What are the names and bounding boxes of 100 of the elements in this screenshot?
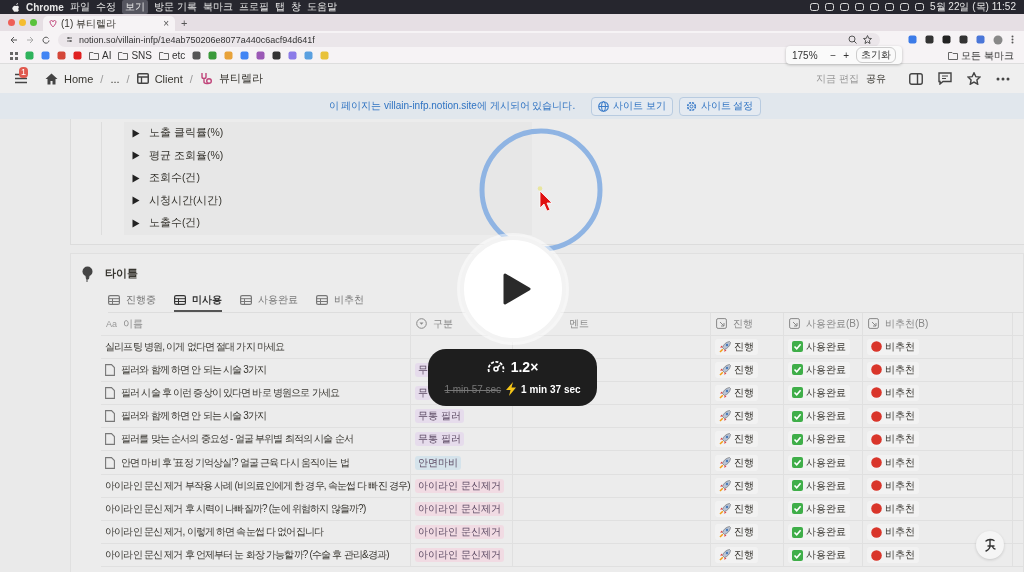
relation-chip[interactable]: 비추천 [867, 524, 919, 541]
relation-chip[interactable]: 비추천 [867, 547, 919, 564]
relation-chip[interactable]: 비추천 [867, 454, 919, 471]
menu-item[interactable]: 방문 기록 [153, 0, 197, 14]
zoom-icon[interactable] [848, 35, 857, 44]
star-icon[interactable] [967, 72, 981, 85]
relation-chip[interactable]: 진행 [715, 477, 758, 494]
more-icon[interactable] [1011, 35, 1014, 44]
relation-chip[interactable]: 진행 [715, 408, 758, 425]
menu-item[interactable]: 보기 [121, 0, 148, 14]
title-cell[interactable]: 실리프팅 병원, 이게 없다면 절대 가지 마세요 [101, 335, 411, 358]
triangle-icon[interactable] [132, 151, 140, 161]
relation-chip[interactable]: 사용완료 [788, 361, 850, 378]
relation-chip[interactable]: 진행 [715, 338, 758, 355]
relation-chip[interactable]: 비추천 [867, 338, 919, 355]
relation-chip[interactable]: 사용완료 [788, 431, 850, 448]
relation-chip[interactable]: 사용완료 [788, 338, 850, 355]
menu-item[interactable]: 파일 [69, 0, 90, 14]
more-icon[interactable] [996, 76, 1010, 81]
relation-chip[interactable]: 비추천 [867, 408, 919, 425]
relation-chip[interactable]: 사용완료 [788, 477, 850, 494]
profile-avatar[interactable] [993, 34, 1003, 45]
triangle-icon[interactable] [132, 173, 140, 183]
relation-chip[interactable]: 비추천 [867, 500, 919, 517]
triangle-icon[interactable] [132, 196, 140, 206]
toggle-item[interactable]: 노출수(건) [124, 212, 532, 235]
new-tab-button[interactable]: + [181, 16, 188, 31]
breadcrumb-link[interactable]: Client [136, 72, 183, 85]
title-cell[interactable]: 필러 시술 후 이런 증상이 있다면 바로 병원으로 가세요 [101, 381, 411, 405]
title-cell[interactable]: 필러와 함께 하면 안 되는 시술 3가지 [101, 405, 411, 428]
checkbox-icon [792, 433, 803, 445]
share-button[interactable]: 공유 [866, 71, 886, 86]
reset-button[interactable]: 초기화 [856, 47, 896, 63]
gear-icon [685, 100, 697, 112]
relation-chip[interactable]: 사용완료 [788, 408, 850, 425]
apps-icon[interactable] [10, 51, 18, 60]
menu-item[interactable]: 프로필 [238, 0, 269, 14]
site-settings-button[interactable]: 사이트 설정 [678, 96, 761, 116]
toggle-item[interactable]: 시청시간(시간) [124, 189, 532, 212]
zoom-in-button[interactable]: + [843, 49, 849, 61]
breadcrumb-link[interactable]: Home [45, 72, 94, 85]
relation-chip[interactable]: 진행 [715, 454, 758, 471]
relation-chip[interactable]: 진행 [715, 361, 758, 378]
reload-icon[interactable] [42, 35, 50, 44]
rocket-icon [719, 456, 731, 469]
view-tab[interactable]: 미사용 [174, 289, 222, 312]
title-cell[interactable]: 아이라인 문신 제거 부작용 사례 (비의료인에게 한 경우, 속눈썹 다 빠진 경우) [101, 474, 411, 497]
relation-chip[interactable]: 진행 [715, 524, 758, 541]
address-bar[interactable]: notion.so/villain-infp/1e4ab750206e8077a440c6acf94d641f [58, 32, 880, 47]
menu-item[interactable]: 도움말 [306, 0, 337, 14]
breadcrumb-link[interactable]: 뷰티렐라 [199, 71, 263, 86]
tab-title: (1) 뷰티렐라 [61, 16, 117, 31]
relation-chip[interactable]: 사용완료 [788, 454, 850, 471]
title-cell[interactable]: 아이라인 문신 제거 후 시력이 나빠질까? (눈에 위험하지 않을까?) [101, 497, 411, 520]
zoom-out-button[interactable]: − [830, 49, 837, 61]
relation-chip[interactable]: 비추천 [867, 431, 919, 448]
menu-item[interactable]: 수정 [95, 0, 116, 14]
relation-chip[interactable]: 진행 [715, 384, 758, 401]
back-icon[interactable] [10, 35, 18, 44]
bookmark-folder[interactable]: etc [159, 50, 186, 61]
triangle-icon[interactable] [132, 218, 140, 228]
toggle-item[interactable]: 평균 조회율(%) [124, 144, 532, 167]
view-tab[interactable]: 진행중 [108, 289, 156, 312]
breadcrumb-link[interactable]: ... [110, 72, 120, 85]
close-icon[interactable]: × [163, 18, 169, 29]
relation-chip[interactable]: 사용완료 [788, 500, 850, 517]
toggle-item[interactable]: 노출 클릭률(%) [124, 122, 532, 145]
relation-chip[interactable]: 비추천 [867, 477, 919, 494]
title-cell[interactable]: 아이라인 문신 제거 후 언제부터 눈 화장 가능할까? (수술 후 관리&경과) [101, 544, 411, 567]
relation-chip[interactable]: 진행 [715, 500, 758, 517]
bookmark-folder[interactable]: SNS [118, 50, 152, 61]
title-cell[interactable]: 안면 마비 후 ‘표정 기억상실’? 얼굴 근육 다시 움직이는 법 [101, 451, 411, 474]
relation-chip[interactable]: 진행 [715, 547, 758, 564]
title-cell[interactable]: 필러와 함께 하면 안 되는 시술 3가지 [101, 358, 411, 381]
menu-item[interactable]: 탭 [274, 0, 285, 14]
rocket-icon [719, 502, 731, 515]
comment-icon[interactable] [938, 72, 952, 85]
sidebar-panel-icon[interactable] [909, 72, 923, 85]
view-tab[interactable]: 사용완료 [240, 289, 298, 312]
browser-tab[interactable]: (1) 뷰티렐라 × [43, 16, 175, 31]
apple-icon[interactable] [12, 2, 20, 12]
title-cell[interactable]: 필러를 맞는 순서의 중요성 - 얼굴 부위별 최적의 시술 순서 [101, 428, 411, 451]
menu-item[interactable]: 북마크 [202, 0, 233, 14]
relation-chip[interactable]: 비추천 [867, 361, 919, 378]
view-site-button[interactable]: 사이트 보기 [591, 96, 673, 116]
menu-item[interactable]: 창 [290, 0, 301, 14]
relation-chip[interactable]: 진행 [715, 431, 758, 448]
relation-chip[interactable]: 사용완료 [788, 384, 850, 401]
relation-chip[interactable]: 비추천 [867, 384, 919, 401]
toggle-item[interactable]: 조회수(건) [124, 167, 532, 190]
star-icon[interactable] [863, 35, 872, 44]
triangle-icon[interactable] [132, 128, 140, 138]
view-tab[interactable]: 비추천 [316, 289, 364, 312]
title-cell[interactable]: 아이라인 문신 제거, 이렇게 하면 속눈썹 다 없어집니다 [101, 521, 411, 544]
relation-chip[interactable]: 사용완료 [788, 547, 850, 564]
bookmark-folder[interactable]: 모든 북마크 [948, 48, 1014, 63]
site-settings-icon[interactable] [66, 36, 73, 43]
bookmark-folder[interactable]: AI [89, 50, 112, 61]
app-menu[interactable]: Chrome [26, 1, 64, 13]
relation-chip[interactable]: 사용완료 [788, 524, 850, 541]
